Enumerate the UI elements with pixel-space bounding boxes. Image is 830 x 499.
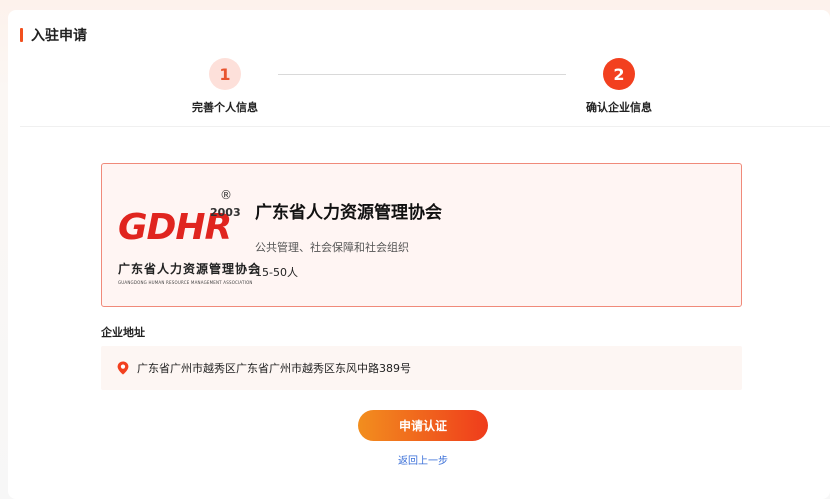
step-1-label: 完善个人信息 xyxy=(192,101,258,114)
back-link[interactable]: 返回上一步 xyxy=(358,452,488,467)
title-accent-bar xyxy=(20,28,23,42)
address-text: 广东省广州市越秀区广东省广州市越秀区东风中路389号 xyxy=(137,362,411,375)
section-title: 入驻申请 xyxy=(20,26,87,44)
apply-certification-button[interactable]: 申请认证 xyxy=(358,410,488,441)
step-2: 2 确认企业信息 xyxy=(559,58,679,115)
step-1-circle: 1 xyxy=(209,58,241,90)
step-2-label: 确认企业信息 xyxy=(586,101,652,114)
logo-year: 2003 xyxy=(210,206,241,219)
company-size: 15-50人 xyxy=(255,266,298,279)
logo-registered-mark: ® xyxy=(220,188,232,202)
logo-letters: GDHR xyxy=(118,207,232,248)
address-label: 企业地址 xyxy=(101,326,145,339)
logo-chinese-name: 广东省人力资源管理协会 xyxy=(118,262,262,276)
step-indicator: 1 完善个人信息 2 确认企业信息 xyxy=(8,58,830,128)
header-divider xyxy=(20,126,830,127)
application-panel: 入驻申请 1 完善个人信息 2 确认企业信息 ® GDHR 2003 广东省人力… xyxy=(8,10,830,499)
address-box: 广东省广州市越秀区广东省广州市越秀区东风中路389号 xyxy=(101,346,742,390)
section-title-text: 入驻申请 xyxy=(31,28,87,44)
step-2-circle: 2 xyxy=(603,58,635,90)
company-logo: ® GDHR 2003 广东省人力资源管理协会 GUANGDONG HUMAN … xyxy=(116,182,260,290)
company-industry: 公共管理、社会保障和社会组织 xyxy=(255,241,409,254)
step-connector-line xyxy=(278,74,566,75)
location-pin-icon xyxy=(117,361,129,375)
step-1: 1 完善个人信息 xyxy=(165,58,285,115)
company-name: 广东省人力资源管理协会 xyxy=(255,203,442,223)
logo-english-name: GUANGDONG HUMAN RESOURCE MANAGEMENT ASSO… xyxy=(118,280,253,285)
company-card: ® GDHR 2003 广东省人力资源管理协会 GUANGDONG HUMAN … xyxy=(101,163,742,307)
